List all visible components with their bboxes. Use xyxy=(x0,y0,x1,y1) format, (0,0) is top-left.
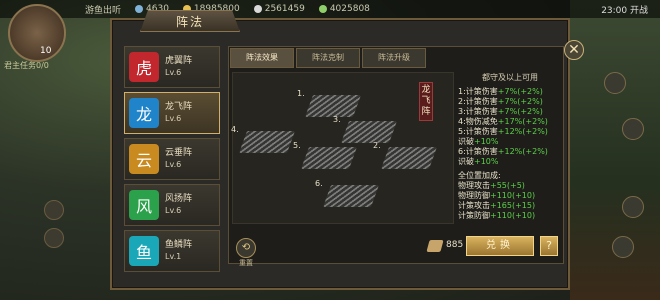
player-level: 10 xyxy=(40,46,52,56)
stat-line: 4:物伤减免+17%(+2%) xyxy=(458,117,548,126)
all-position-title: 全位置加成: xyxy=(458,171,501,180)
close-icon[interactable]: ✕ xyxy=(564,40,584,60)
formation-item-fish[interactable]: 鱼 鱼鳞阵 Lv.1 xyxy=(124,230,220,272)
cloud-formation-icon: 云 xyxy=(129,144,159,174)
war-time: 23:00 开战 xyxy=(601,5,648,16)
map-side-button-2[interactable] xyxy=(622,118,644,140)
stat-line: 5:计策伤害+12%(+2%) xyxy=(458,127,548,136)
tab-upgrade[interactable]: 阵法升级 xyxy=(362,48,426,68)
formation-item-tiger[interactable]: 虎 虎翼阵 Lv.6 xyxy=(124,46,220,88)
reset-icon[interactable]: ⟲ xyxy=(236,238,256,258)
stat-line: 2:计策伤害+7%(+2%) xyxy=(458,97,543,106)
grain-icon xyxy=(318,5,327,13)
server-label: 游鱼出听 xyxy=(85,5,122,16)
formation-tabs: 阵法效果 阵法克制 阵法升级 xyxy=(230,48,426,68)
stat-line: 识破+10% xyxy=(458,137,499,146)
res-4: 4025808 xyxy=(329,4,370,14)
lord-task-label[interactable]: 君主任务0/0 xyxy=(4,60,49,71)
formation-name: 云垂阵 xyxy=(165,148,193,158)
resource-bar: 游鱼出听 4630 18985800 2561459 4025808 23:00… xyxy=(0,0,660,18)
map-side-button-3[interactable] xyxy=(622,196,644,218)
stats-title: 都守及以上可用 xyxy=(482,73,538,82)
troop-position-6: 6. xyxy=(315,179,380,207)
reset-label: 重置 xyxy=(239,259,253,267)
map-side-button-1[interactable] xyxy=(604,72,626,94)
exchange-button[interactable]: 兑换 xyxy=(466,236,534,256)
formation-level: Lv.6 xyxy=(165,114,182,123)
all-stat-line: 物理攻击+55(+5) xyxy=(458,181,525,190)
formation-item-wind[interactable]: 风 风扬阵 Lv.6 xyxy=(124,184,220,226)
formation-name: 鱼鳞阵 xyxy=(165,240,193,250)
stat-line: 识破+10% xyxy=(458,157,499,166)
formation-level: Lv.6 xyxy=(165,160,182,169)
stat-line: 1:计策伤害+7%(+2%) xyxy=(458,87,543,96)
dragon-formation-icon: 龙 xyxy=(129,98,159,128)
formation-name: 风扬阵 xyxy=(165,194,193,204)
silver-icon xyxy=(253,5,262,13)
tab-counter[interactable]: 阵法克制 xyxy=(296,48,360,68)
formation-item-dragon[interactable]: 龙 龙飞阵 Lv.6 xyxy=(124,92,220,134)
left-menu-button-1[interactable] xyxy=(44,200,64,220)
all-stat-line: 物理防御+110(+10) xyxy=(458,191,536,200)
panel-title: 阵法 xyxy=(140,10,240,32)
formation-name: 虎翼阵 xyxy=(165,56,193,66)
help-button[interactable]: ? xyxy=(540,236,558,256)
formation-level: Lv.1 xyxy=(165,252,182,261)
formation-item-cloud[interactable]: 云 云垂阵 Lv.6 xyxy=(124,138,220,180)
all-stat-line: 计策攻击+165(+15) xyxy=(458,201,536,210)
troop-position-4: 4. xyxy=(231,125,296,153)
formation-level: Lv.6 xyxy=(165,68,182,77)
stat-line: 3:计策伤害+7%(+2%) xyxy=(458,107,543,116)
token-icon xyxy=(135,5,144,13)
cost-amount: 885 xyxy=(446,240,464,250)
formation-name: 龙飞阵 xyxy=(165,102,193,112)
stat-line: 6:计策伤害+12%(+2%) xyxy=(458,147,548,156)
troop-position-2: 2. xyxy=(373,141,438,169)
player-avatar[interactable] xyxy=(8,4,66,62)
troop-position-5: 5. xyxy=(293,141,358,169)
fish-formation-icon: 鱼 xyxy=(129,236,159,266)
formation-list: 虎 虎翼阵 Lv.6 龙 龙飞阵 Lv.6 云 云垂阵 Lv.6 风 风扬阵 Lv.6 … xyxy=(118,38,224,272)
troop-position-3: 3. xyxy=(333,115,398,143)
formation-level: Lv.6 xyxy=(165,206,182,215)
formation-banner: 龙飞阵 xyxy=(419,82,433,121)
wind-formation-icon: 风 xyxy=(129,190,159,220)
all-stat-line: 计策防御+110(+10) xyxy=(458,211,536,220)
tab-effect[interactable]: 阵法效果 xyxy=(230,48,294,68)
formation-stats: 都守及以上可用 1:计策伤害+7%(+2%) 2:计策伤害+7%(+2%) 3:… xyxy=(458,72,562,224)
troop-position-1: 1. xyxy=(297,89,362,117)
map-side-button-4[interactable] xyxy=(612,236,634,258)
tiger-formation-icon: 虎 xyxy=(129,52,159,82)
res-3: 2561459 xyxy=(264,4,305,14)
left-menu-button-2[interactable] xyxy=(44,228,64,248)
